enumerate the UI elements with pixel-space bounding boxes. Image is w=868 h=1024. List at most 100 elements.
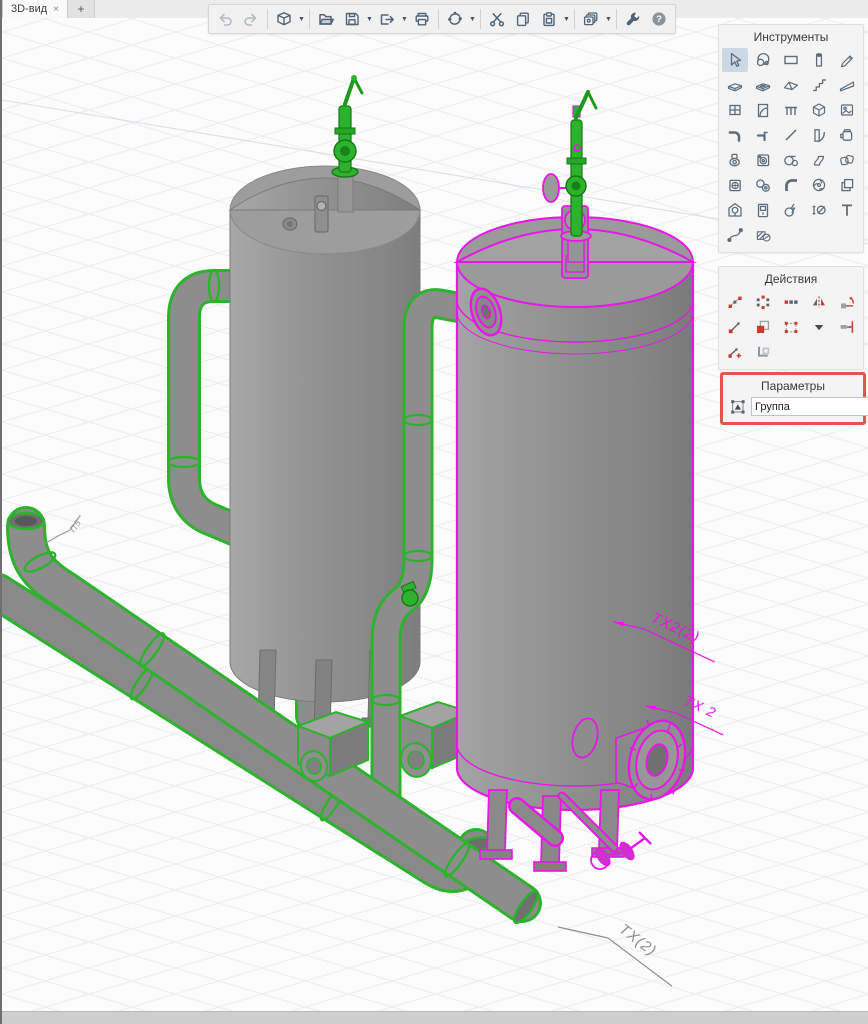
pipe-tag-p5[interactable]: П5 [45,514,83,544]
tool-duct[interactable] [806,148,832,172]
tool-column[interactable] [806,48,832,72]
export-button[interactable] [374,7,400,31]
tool-wc[interactable] [722,148,748,172]
styles-icon [756,52,770,67]
tool-window[interactable] [722,98,748,122]
open-button[interactable] [313,7,339,31]
tool-floor[interactable] [722,73,748,97]
tool-appliance[interactable] [750,148,776,172]
tool-roof[interactable] [778,73,804,97]
tab-3d-view[interactable]: 3D-вид × [2,0,68,18]
group-name-input[interactable] [751,397,868,416]
tool-select[interactable] [722,48,748,72]
collaboration-button[interactable] [442,7,468,31]
cut-button[interactable] [484,7,510,31]
save-button-dropdown[interactable]: ▼ [365,7,374,31]
tab-close-icon[interactable]: × [53,4,59,15]
copy-icon [516,12,529,27]
action-array-circular[interactable] [750,290,776,314]
tool-wall[interactable] [778,48,804,72]
action-more[interactable] [806,315,832,339]
cabinet-icon [757,203,769,218]
move-point-icon [727,347,742,359]
paste-button[interactable] [536,7,562,31]
fittings-icon [839,154,855,166]
tool-pipeline[interactable] [722,123,748,147]
pipe-tag-tx-2[interactable]: ТХ(2) [557,921,673,987]
tool-element[interactable] [806,98,832,122]
help-button[interactable] [646,7,672,31]
duct-icon [813,155,825,166]
tool-door-leaf[interactable] [806,123,832,147]
undo-button[interactable] [212,7,238,31]
right-tank-model-selected[interactable] [453,205,697,872]
stair-icon [812,79,827,92]
toilet-icon [729,153,740,167]
actions-panel-title: Действия [764,272,818,286]
tool-stair[interactable] [806,73,832,97]
action-rotate[interactable] [834,290,860,314]
tool-route[interactable] [722,223,748,247]
tool-pump-group[interactable] [750,173,776,197]
save-button[interactable] [339,7,365,31]
action-array-path[interactable] [722,290,748,314]
collaboration-button-dropdown[interactable]: ▼ [468,7,477,31]
tool-light[interactable] [722,198,748,222]
export-button-dropdown[interactable]: ▼ [400,7,409,31]
action-move[interactable] [722,315,748,339]
tool-electric-device[interactable] [778,198,804,222]
element-icon [812,103,826,117]
pipe-elbow-icon [728,131,741,142]
redo-button[interactable] [238,7,264,31]
tool-door[interactable] [750,98,776,122]
action-array-linear[interactable] [778,290,804,314]
tool-air-duct[interactable] [778,173,804,197]
action-offset[interactable] [750,340,776,364]
view-3d-button[interactable] [271,7,297,31]
slab-opening-icon [755,83,771,92]
lamp-icon [728,202,742,217]
trim-icon [839,320,854,334]
tool-object-styles[interactable] [750,48,776,72]
paste-button-dropdown[interactable]: ▼ [562,7,571,31]
tool-text[interactable] [834,198,860,222]
action-move-point[interactable] [722,340,748,364]
tool-line[interactable] [778,123,804,147]
tool-ramp[interactable] [834,73,860,97]
tool-plumbing-fixture[interactable] [750,123,776,147]
window-bottom-edge [2,1011,868,1024]
tool-beam[interactable] [834,48,860,72]
tool-equipment-box[interactable] [722,173,748,197]
action-copy[interactable] [750,315,776,339]
line-icon [785,129,797,141]
faucet-icon [756,131,769,142]
redo-icon [244,13,257,26]
view-3d-button-dropdown[interactable]: ▼ [297,7,306,31]
tool-opening[interactable] [750,73,776,97]
printer-icon [415,12,429,26]
tool-fan[interactable] [806,173,832,197]
wall-icon [784,55,798,65]
print-button[interactable] [409,7,435,31]
tool-assembly[interactable] [834,98,860,122]
visibility-styles-button[interactable] [578,7,604,31]
actions-panel: Действия [718,266,864,370]
array-linear-icon [784,300,798,304]
tool-plates[interactable] [834,173,860,197]
tool-hatch[interactable] [750,223,776,247]
action-scale[interactable] [778,315,804,339]
settings-button[interactable] [620,7,646,31]
tool-fittings[interactable] [834,148,860,172]
tool-dimension[interactable] [806,198,832,222]
action-trim[interactable] [834,315,860,339]
visibility-styles-button-dropdown[interactable]: ▼ [604,7,613,31]
new-tab-button[interactable]: + [67,0,95,18]
tool-electric-cabinet[interactable] [750,198,776,222]
tool-equipment[interactable] [834,123,860,147]
tool-railing[interactable] [778,98,804,122]
copy-button[interactable] [510,7,536,31]
action-mirror[interactable] [806,290,832,314]
tool-pump[interactable] [778,148,804,172]
mid-valve [401,589,419,607]
scissors-icon [489,13,505,27]
